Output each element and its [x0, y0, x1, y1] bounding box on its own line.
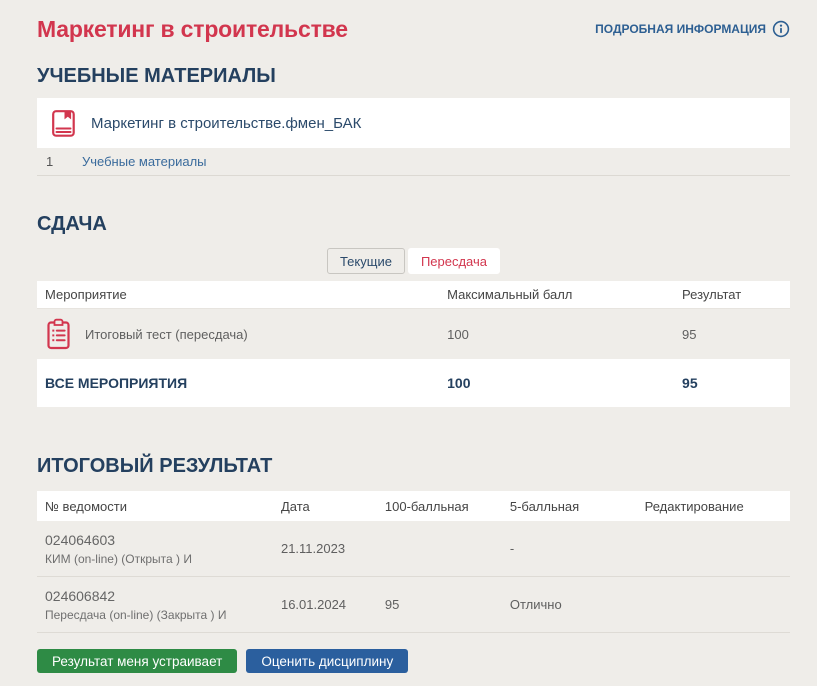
materials-link[interactable]: Учебные материалы — [82, 154, 207, 169]
submission-table-header: Мероприятие Максимальный балл Результат — [37, 281, 790, 309]
submission-heading: СДАЧА — [37, 212, 790, 236]
details-link-label: ПОДРОБНАЯ ИНФОРМАЦИЯ — [595, 22, 766, 36]
sheet-number: 024064603 — [45, 532, 281, 548]
sheet-number: 024606842 — [45, 588, 281, 604]
submission-table: Мероприятие Максимальный балл Результат — [37, 281, 790, 407]
header-editing: Редактирование — [645, 499, 790, 514]
final-heading: ИТОГОВЫЙ РЕЗУЛЬТАТ — [37, 454, 790, 478]
final-table-header: № ведомости Дата 100-балльная 5-балльная… — [37, 491, 790, 521]
book-icon — [50, 109, 77, 138]
header-5-scale: 5-балльная — [510, 499, 645, 514]
course-card[interactable]: Маркетинг в строительстве.фмен_БАК — [37, 98, 790, 148]
page-container: Маркетинг в строительстве ПОДРОБНАЯ ИНФО… — [0, 0, 817, 673]
tab-retake[interactable]: Пересдача — [408, 248, 500, 274]
table-row: 024064603 КИМ (on-line) (Открыта ) И 21.… — [37, 521, 790, 577]
header-result: Результат — [680, 287, 790, 302]
sheet-date: 21.11.2023 — [281, 541, 385, 556]
sheet-type: КИМ (on-line) (Открыта ) И — [45, 552, 281, 566]
table-total-row: ВСЕ МЕРОПРИЯТИЯ 100 95 — [37, 359, 790, 407]
header-max-score: Максимальный балл — [445, 287, 680, 302]
table-row: 024606842 Пересдача (on-line) (Закрыта )… — [37, 577, 790, 633]
page-header: Маркетинг в строительстве ПОДРОБНАЯ ИНФО… — [37, 14, 790, 44]
sheet-date: 16.01.2024 — [281, 597, 385, 612]
event-name: Итоговый тест (пересдача) — [85, 327, 248, 342]
header-event: Мероприятие — [37, 287, 445, 302]
sheet-score100: 95 — [385, 597, 510, 612]
header-date: Дата — [281, 499, 385, 514]
header-sheet-number: № ведомости — [37, 499, 281, 514]
info-icon — [772, 20, 790, 38]
tab-current[interactable]: Текущие — [327, 248, 405, 274]
clipboard-list-icon — [45, 318, 72, 350]
rate-course-button[interactable]: Оценить дисциплину — [246, 649, 408, 673]
table-row[interactable]: Итоговый тест (пересдача) 100 95 — [37, 309, 790, 359]
total-max-score: 100 — [445, 375, 680, 391]
action-buttons: Результат меня устраивает Оценить дисцип… — [37, 649, 790, 673]
details-link[interactable]: ПОДРОБНАЯ ИНФОРМАЦИЯ — [595, 20, 790, 38]
sheet-type: Пересдача (on-line) (Закрыта ) И — [45, 608, 281, 622]
submission-tabs: Текущие Пересдача — [37, 248, 790, 274]
final-table: № ведомости Дата 100-балльная 5-балльная… — [37, 491, 790, 633]
accept-result-button[interactable]: Результат меня устраивает — [37, 649, 237, 673]
materials-heading: УЧЕБНЫЕ МАТЕРИАЛЫ — [37, 65, 790, 87]
sheet-score5: - — [510, 541, 645, 556]
materials-row: 1 Учебные материалы — [37, 148, 790, 176]
header-100-scale: 100-балльная — [385, 499, 510, 514]
total-label: ВСЕ МЕРОПРИЯТИЯ — [37, 375, 445, 391]
materials-row-number: 1 — [37, 154, 82, 169]
event-result: 95 — [680, 327, 790, 342]
page-title: Маркетинг в строительстве — [37, 16, 348, 43]
event-max-score: 100 — [445, 327, 680, 342]
sheet-score5: Отлично — [510, 597, 645, 612]
course-card-title: Маркетинг в строительстве.фмен_БАК — [91, 115, 361, 132]
total-result: 95 — [680, 375, 790, 391]
